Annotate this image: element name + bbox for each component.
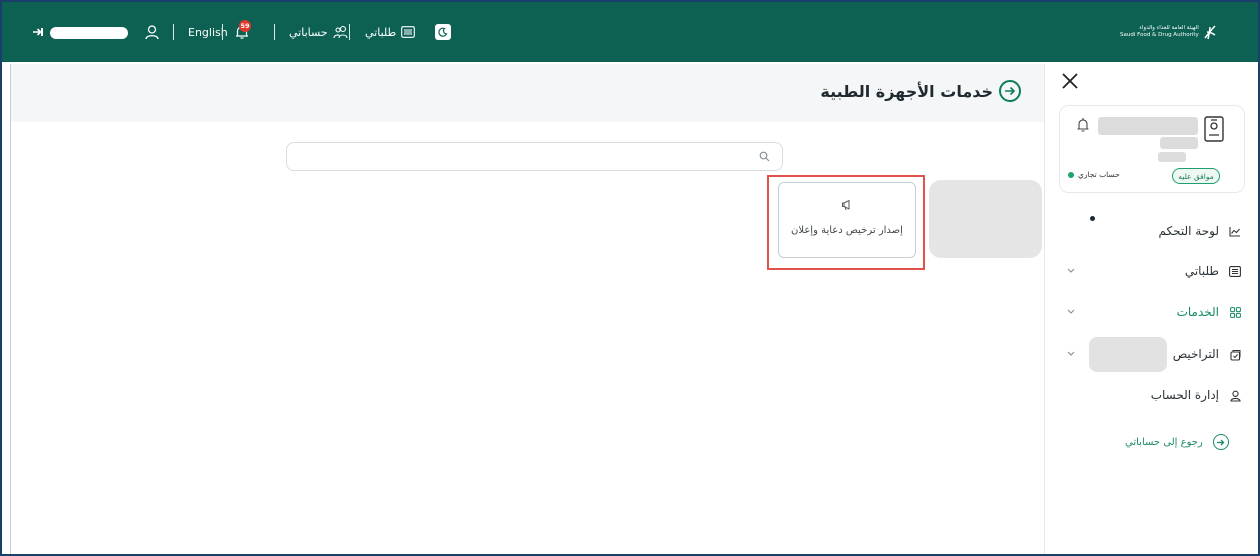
notifications-bell-icon[interactable] (234, 2, 252, 62)
close-icon[interactable] (1060, 71, 1080, 91)
sidebar-item-licenses[interactable]: التراخيص (1045, 343, 1258, 367)
account-type: حساب تجاري (1068, 170, 1120, 179)
logout-icon[interactable] (32, 2, 44, 62)
back-to-accounts-link[interactable]: رجوع إلى حساباتي (1125, 434, 1229, 450)
requests-label: طلباتي (365, 25, 397, 39)
service-card-label: إصدار ترخيص دعاية وإعلان (791, 225, 903, 236)
placeholder-service-card (929, 180, 1042, 258)
notification-count-badge: 59 (239, 20, 251, 32)
masked-detail (1160, 137, 1198, 149)
approved-status-badge: موافق عليه (1172, 168, 1220, 184)
dark-mode-toggle[interactable] (435, 24, 451, 40)
masked-detail (1158, 152, 1186, 162)
app-window: English 59 حساباتي طلباتي الهيئة العامة … (0, 0, 1260, 556)
divider (349, 24, 350, 40)
sidebar-item-label: الخدمات (1176, 305, 1219, 319)
moon-icon (438, 27, 448, 37)
list-icon (1229, 266, 1241, 277)
sidebar: حساب تجاري موافق عليه لوحة التحكم طلباتي… (1044, 64, 1258, 554)
user-icon (1230, 390, 1241, 402)
sidebar-item-label: لوحة التحكم (1158, 224, 1220, 238)
my-requests-link[interactable]: طلباتي (365, 2, 416, 62)
logo-english-text: Saudi Food & Drug Authority (1120, 32, 1199, 38)
sidebar-item-account-management[interactable]: إدارة الحساب (1045, 384, 1258, 408)
page-title-text: خدمات الأجهزة الطبية (820, 81, 993, 101)
main-content: خدمات الأجهزة الطبية إصدار ترخيص دعاية و… (10, 64, 1045, 554)
accounts-label: حساباتي (289, 25, 328, 39)
profile-card: حساب تجاري موافق عليه (1059, 105, 1245, 193)
search-icon[interactable] (759, 151, 770, 162)
back-arrow-icon[interactable] (999, 80, 1021, 102)
sidebar-item-requests[interactable]: طلباتي (1045, 260, 1258, 284)
sidebar-item-dashboard[interactable]: لوحة التحكم (1045, 220, 1258, 244)
account-type-label: حساب تجاري (1078, 170, 1120, 179)
back-link-label: رجوع إلى حساباتي (1125, 436, 1203, 448)
chart-line-icon (1229, 227, 1240, 237)
id-card-icon (1204, 116, 1224, 142)
users-icon (333, 25, 348, 39)
sidebar-item-label: إدارة الحساب (1150, 388, 1219, 402)
search-input[interactable] (297, 149, 737, 165)
chevron-down-icon (1067, 351, 1075, 356)
list-icon (401, 26, 416, 38)
divider (173, 24, 174, 40)
sidebar-item-label: طلباتي (1184, 264, 1219, 278)
page-title: خدمات الأجهزة الطبية (820, 80, 1021, 102)
license-icon (1230, 350, 1241, 361)
chevron-down-icon (1067, 268, 1075, 273)
logo-mark-icon (1204, 25, 1216, 40)
chevron-down-icon (1067, 309, 1075, 314)
user-icon[interactable] (144, 2, 162, 62)
top-header: English 59 حساباتي طلباتي الهيئة العامة … (2, 2, 1258, 62)
my-accounts-link[interactable]: حساباتي (289, 2, 349, 62)
grid-icon (1230, 307, 1241, 318)
notification-bell-icon[interactable] (1076, 117, 1090, 133)
search-box[interactable] (286, 142, 783, 171)
arrow-right-icon (1212, 434, 1229, 450)
divider (274, 24, 275, 40)
masked-username (50, 27, 128, 39)
active-dot (1068, 171, 1074, 178)
sidebar-item-services[interactable]: الخدمات (1045, 301, 1258, 325)
megaphone-icon (842, 199, 850, 211)
masked-company-name (1098, 117, 1198, 135)
service-card-ad-license[interactable]: إصدار ترخيص دعاية وإعلان (778, 182, 916, 258)
divider (222, 24, 223, 40)
page-title-bar: خدمات الأجهزة الطبية (11, 64, 1045, 122)
sfda-logo[interactable]: الهيئة العامة للغذاء والدواء Saudi Food … (1120, 24, 1217, 40)
sidebar-item-label: التراخيص (1172, 347, 1219, 361)
logo-arabic-text: الهيئة العامة للغذاء والدواء (1139, 25, 1199, 31)
